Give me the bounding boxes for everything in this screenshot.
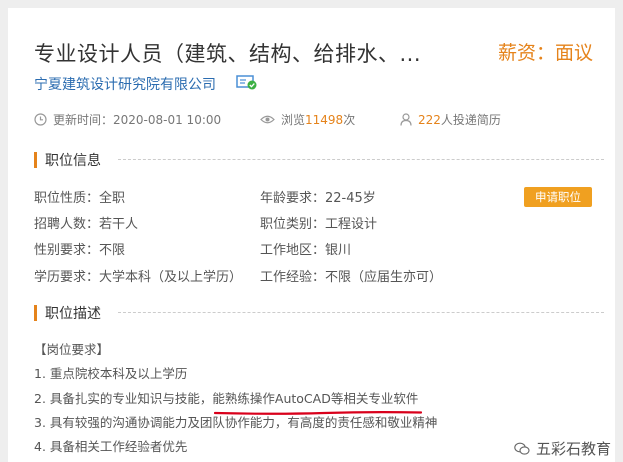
- heading-accent-bar: [34, 305, 37, 321]
- red-underline-mark: [214, 411, 422, 415]
- salary-label: 薪资：面议: [497, 42, 593, 64]
- job-title[interactable]: 专业设计人员（建筑、结构、给排水、...: [34, 38, 421, 68]
- info-education: 学历要求：大学本科（及以上学历）: [34, 270, 243, 285]
- job-desc-heading-text: 职位描述: [45, 306, 101, 322]
- info-headcount: 招聘人数：若干人: [34, 217, 139, 232]
- desc-line: 【岗位要求】: [34, 342, 110, 357]
- desc-line: 1. 重点院校本科及以上学历: [34, 366, 188, 381]
- divider: [118, 312, 604, 313]
- verified-badge-icon: [236, 74, 258, 90]
- divider: [118, 159, 604, 160]
- desc-line: 2. 具备扎实的专业知识与技能，能熟练操作AutoCAD等相关专业软件: [34, 391, 419, 406]
- job-info-heading-text: 职位信息: [45, 153, 101, 169]
- desc-line: 4. 具备相关工作经验者优先: [34, 439, 188, 454]
- views-number: 11498: [305, 113, 344, 127]
- job-card: 专业设计人员（建筑、结构、给排水、... 薪资：面议 宁夏建筑设计研究院有限公司…: [8, 8, 615, 462]
- eye-icon: [260, 115, 275, 124]
- info-age: 年龄要求：22-45岁: [260, 191, 376, 206]
- watermark: 五彩石教育: [514, 438, 611, 459]
- update-time-text: 更新时间：2020-08-01 10:00: [53, 113, 222, 127]
- person-icon: [400, 113, 412, 126]
- update-time: 更新时间：2020-08-01 10:00: [34, 111, 221, 128]
- watermark-text: 五彩石教育: [536, 440, 612, 458]
- info-experience: 工作经验：不限（应届生亦可）: [260, 270, 443, 285]
- company-link[interactable]: 宁夏建筑设计研究院有限公司: [34, 74, 216, 94]
- info-location: 工作地区：银川: [260, 243, 352, 258]
- applicants-number: 222: [418, 113, 441, 127]
- info-gender: 性别要求：不限: [34, 243, 126, 258]
- clock-icon: [34, 113, 47, 126]
- wechat-icon: [514, 442, 530, 455]
- job-desc-heading: 职位描述: [34, 303, 604, 323]
- applicant-count: 222人投递简历: [400, 111, 501, 128]
- apply-button[interactable]: 申请职位: [524, 187, 592, 207]
- views-suffix: 次: [343, 113, 356, 127]
- info-job-type: 职位性质：全职: [34, 191, 126, 206]
- view-count: 浏览11498次: [260, 111, 355, 128]
- applicants-suffix: 人投递简历: [440, 113, 501, 127]
- info-category: 职位类别：工程设计: [260, 217, 378, 232]
- views-prefix: 浏览: [281, 113, 306, 127]
- job-info-heading: 职位信息: [34, 150, 604, 170]
- heading-accent-bar: [34, 152, 37, 168]
